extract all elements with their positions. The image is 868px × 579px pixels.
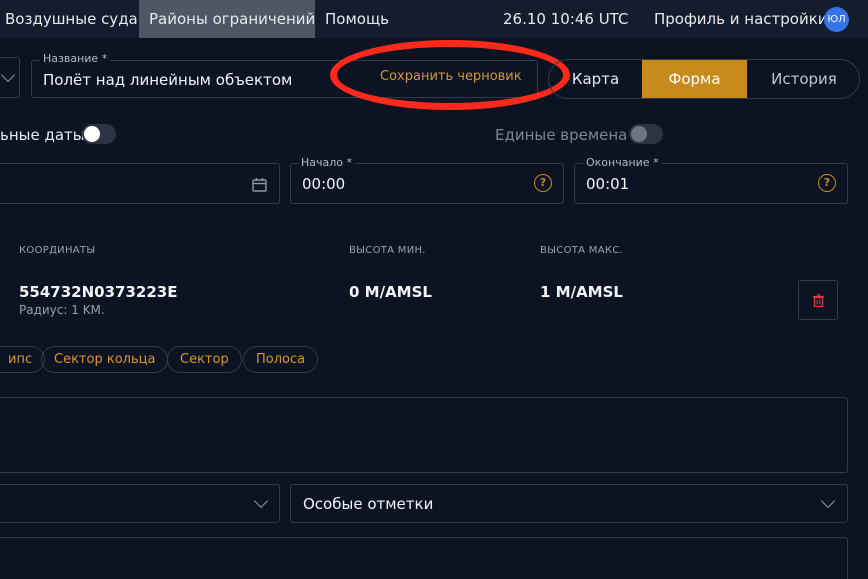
save-draft-button[interactable]: Сохранить черновик bbox=[380, 69, 522, 84]
row-coordinates: 554732N0373223E bbox=[19, 283, 178, 301]
nav-help[interactable]: Помощь bbox=[325, 0, 389, 38]
row-radius: Радиус: 1 KM. bbox=[19, 303, 105, 317]
row-alt-min: 0 M/AMSL bbox=[349, 283, 432, 301]
header-coordinates: КООРДИНАТЫ bbox=[19, 245, 96, 256]
bottom-field[interactable] bbox=[0, 537, 848, 579]
start-time-value[interactable]: 00:00 bbox=[302, 175, 345, 193]
avatar[interactable]: ЮЛ bbox=[824, 7, 849, 32]
end-time-value[interactable]: 00:01 bbox=[586, 175, 629, 193]
chip-ring-sector[interactable]: Сектор кольца bbox=[41, 346, 169, 373]
chip-sector[interactable]: Сектор bbox=[167, 346, 242, 373]
help-icon[interactable]: ? bbox=[818, 174, 836, 192]
dates-toggle[interactable] bbox=[82, 124, 116, 144]
tab-map[interactable]: Карта bbox=[549, 60, 642, 98]
special-marks-select[interactable]: Особые отметки bbox=[290, 484, 848, 523]
dates-toggle-label: ьные даты bbox=[0, 126, 85, 144]
single-times-label: Единые времена bbox=[495, 126, 628, 144]
chevron-down-icon bbox=[820, 493, 836, 509]
name-field-value[interactable]: Полёт над линейным объектом bbox=[43, 71, 292, 89]
help-icon[interactable]: ? bbox=[534, 174, 552, 192]
nav-restricted-areas[interactable]: Районы ограничений bbox=[139, 0, 315, 38]
toggle-knob bbox=[84, 126, 100, 142]
special-marks-placeholder: Особые отметки bbox=[303, 495, 434, 513]
chevron-down-icon bbox=[0, 67, 16, 83]
date-field[interactable] bbox=[0, 163, 280, 204]
left-dropdown-partial[interactable] bbox=[0, 57, 20, 98]
description-textarea[interactable] bbox=[0, 397, 848, 473]
left-select[interactable] bbox=[0, 484, 280, 523]
row-alt-max: 1 M/AMSL bbox=[540, 283, 623, 301]
name-field-label: Название * bbox=[40, 52, 111, 65]
chip-strip[interactable]: Полоса bbox=[243, 346, 319, 373]
end-time-label: Окончание * bbox=[583, 156, 662, 169]
single-times-toggle[interactable] bbox=[629, 124, 663, 144]
chevron-down-icon bbox=[253, 493, 269, 509]
view-tabs: Карта Форма История bbox=[548, 59, 860, 99]
datetime-display: 26.10 10:46 UTC bbox=[503, 10, 629, 28]
start-time-label: Начало * bbox=[298, 156, 356, 169]
tab-history[interactable]: История bbox=[747, 60, 859, 98]
profile-settings-link[interactable]: Профиль и настройки bbox=[654, 0, 828, 38]
toggle-knob bbox=[631, 126, 647, 142]
trash-icon bbox=[813, 294, 824, 307]
header-alt-min: ВЫСОТА МИН. bbox=[349, 245, 426, 256]
tab-form[interactable]: Форма bbox=[642, 60, 747, 98]
header-alt-max: ВЫСОТА МАКС. bbox=[540, 245, 623, 256]
chip-ellipse[interactable]: ипс bbox=[0, 346, 46, 373]
delete-row-button[interactable] bbox=[798, 280, 838, 320]
calendar-icon[interactable] bbox=[252, 177, 267, 192]
nav-aircraft[interactable]: Воздушные суда bbox=[5, 0, 138, 38]
